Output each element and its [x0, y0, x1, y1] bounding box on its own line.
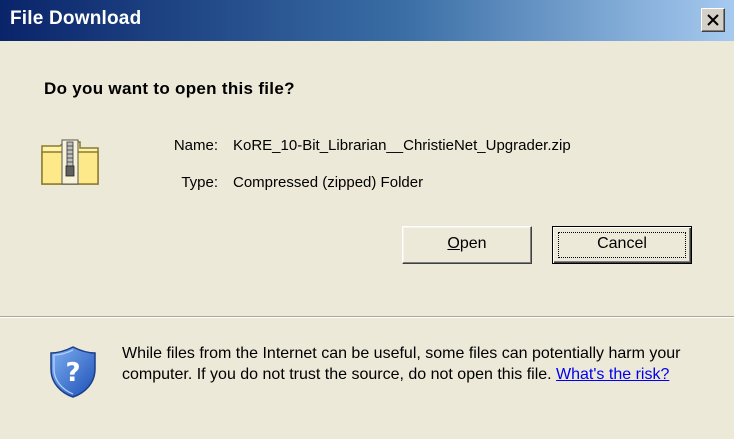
file-name-value: KoRE_10-Bit_Librarian__ChristieNet_Upgra… [233, 137, 571, 154]
svg-text:?: ? [65, 358, 80, 388]
window-title: File Download [10, 8, 142, 29]
file-type-value: Compressed (zipped) Folder [233, 174, 424, 191]
open-button-label: pen [459, 235, 487, 252]
file-download-dialog: File Download Do you want to open this f… [0, 0, 734, 439]
dialog-question: Do you want to open this file? [44, 79, 295, 98]
title-bar[interactable]: File Download [0, 0, 734, 41]
cancel-button-label: Cancel [597, 235, 647, 252]
warning-message: While files from the Internet can be use… [122, 343, 712, 385]
close-icon [707, 14, 719, 26]
shield-question-icon: ? [50, 346, 96, 398]
risk-link[interactable]: What's the risk? [556, 366, 669, 383]
file-type-label: Type: [181, 174, 218, 191]
close-button[interactable] [701, 8, 725, 32]
open-button[interactable]: Open [402, 226, 532, 264]
divider-highlight [0, 317, 734, 318]
open-button-mnemonic: O [447, 235, 460, 252]
file-name-label: Name: [173, 137, 218, 154]
cancel-button[interactable]: Cancel [552, 226, 692, 264]
